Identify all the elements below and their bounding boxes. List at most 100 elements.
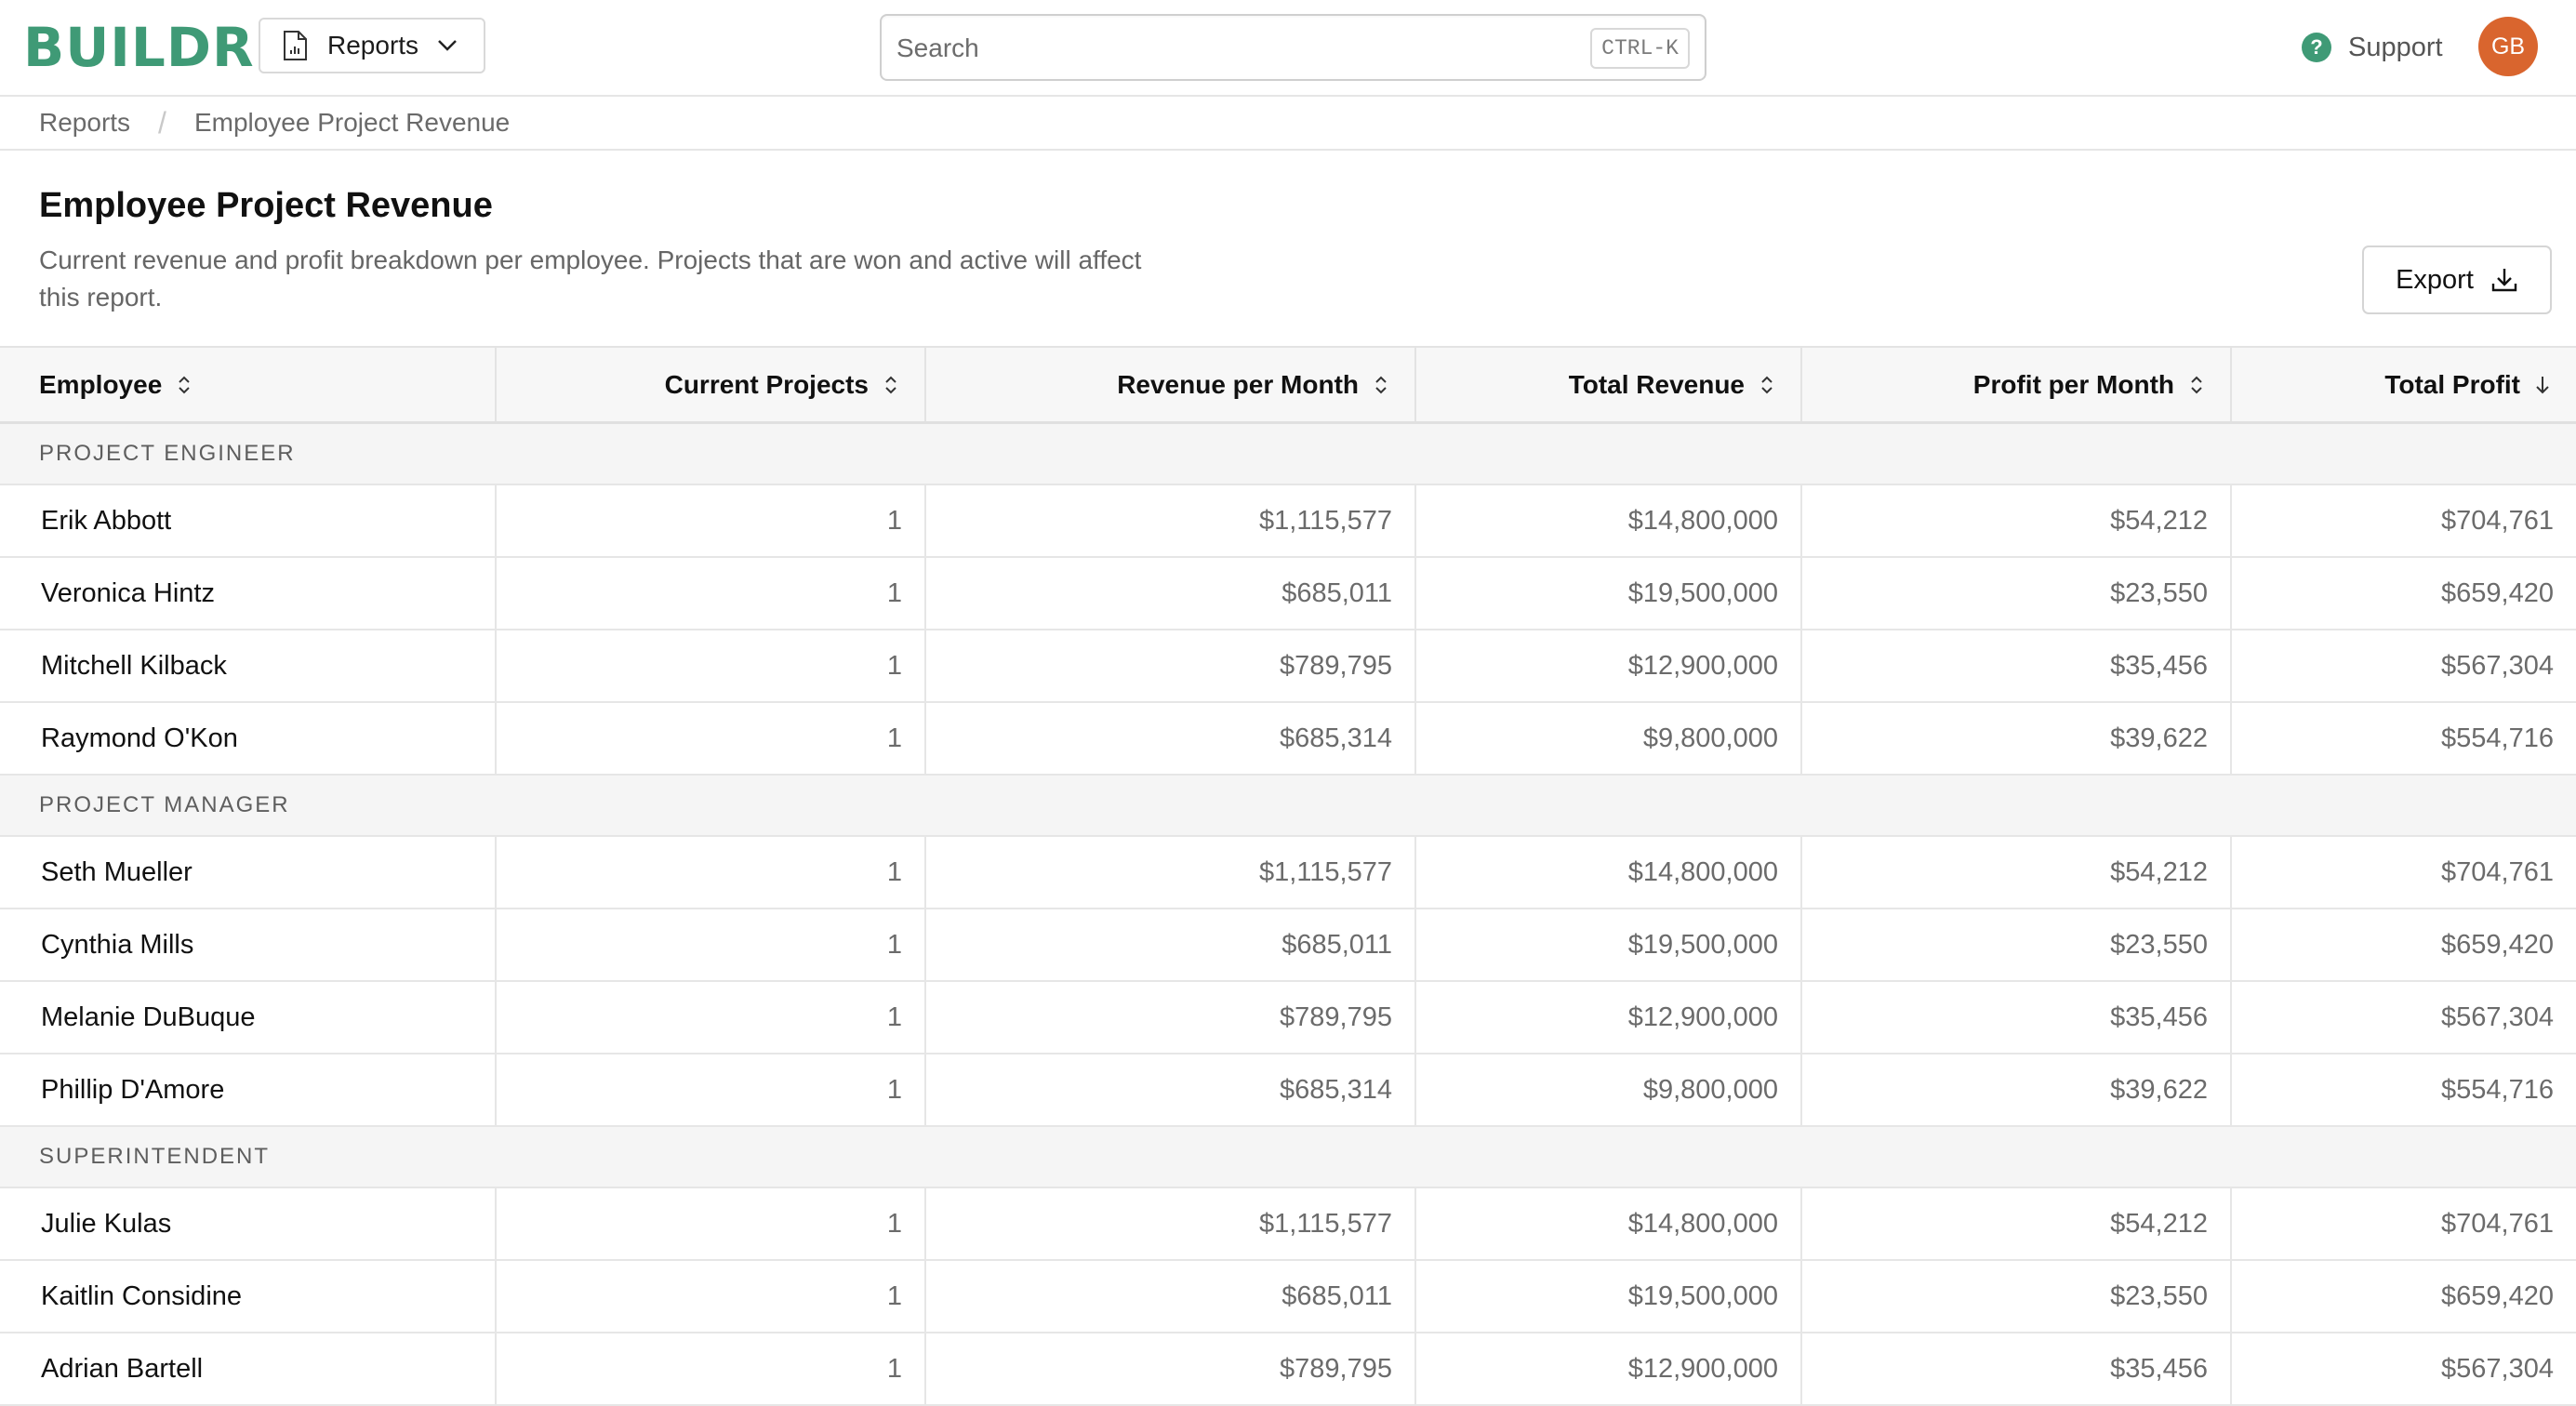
reports-dropdown-label: Reports: [327, 31, 419, 60]
cell-employee-name: Melanie DuBuque: [0, 982, 497, 1053]
cell-employee-name: Raymond O'Kon: [0, 703, 497, 774]
group-label: PROJECT MANAGER: [39, 792, 290, 817]
sort-icon: [2191, 376, 2202, 393]
table-row[interactable]: Raymond O'Kon 1 $685,314 $9,800,000 $39,622 $…: [0, 703, 2576, 776]
cell-revenue-per-month: $685,011: [926, 558, 1416, 629]
table-row[interactable]: Kaitlin Considine 1 $685,011 $19,500,000 $23…: [0, 1261, 2576, 1333]
cell-revenue-per-month: $1,115,577: [926, 837, 1416, 908]
breadcrumb-reports-link[interactable]: Reports: [39, 108, 130, 138]
cell-employee-name: Mitchell Kilback: [0, 630, 497, 701]
table-row[interactable]: Mitchell Kilback 1 $789,795 $12,900,000 $35,…: [0, 630, 2576, 703]
cell-total-profit: $567,304: [2441, 1001, 2554, 1032]
cell-profit-per-month: $39,622: [1802, 1054, 2232, 1125]
cell-total-profit: $704,761: [2441, 856, 2554, 887]
revenue-table: Employee Current Projects Revenue per Mo…: [0, 346, 2576, 1406]
search-shortcut-badge: CTRL-K: [1590, 28, 1690, 69]
cell-revenue-per-month: $685,011: [926, 1261, 1416, 1332]
cell-current-projects: 1: [497, 630, 926, 701]
column-header-revenue-per-month[interactable]: Revenue per Month: [926, 348, 1416, 421]
page-description: Current revenue and profit breakdown per…: [39, 245, 1142, 312]
cell-employee-name: Adrian Bartell: [0, 1333, 497, 1404]
cell-revenue-per-month: $1,115,577: [926, 485, 1416, 556]
global-search[interactable]: CTRL-K: [880, 14, 1706, 81]
cell-total-profit: $704,761: [2441, 505, 2554, 536]
cell-employee-name: Veronica Hintz: [0, 558, 497, 629]
cell-total-revenue: $12,900,000: [1416, 1333, 1802, 1404]
cell-profit-per-month: $23,550: [1802, 558, 2232, 629]
export-label: Export: [2396, 264, 2474, 295]
cell-total-revenue: $19,500,000: [1416, 558, 1802, 629]
table-row[interactable]: Phillip D'Amore 1 $685,314 $9,800,000 $39,62…: [0, 1054, 2576, 1127]
cell-current-projects: 1: [497, 1261, 926, 1332]
cell-total-profit: $659,420: [2441, 929, 2554, 960]
group-header-row: PROJECT MANAGER: [0, 776, 2576, 837]
cell-current-projects: 1: [497, 1333, 926, 1404]
cell-current-projects: 1: [497, 909, 926, 980]
cell-current-projects: 1: [497, 1188, 926, 1259]
report-document-icon: [284, 31, 307, 60]
cell-employee-name: Seth Mueller: [0, 837, 497, 908]
cell-profit-per-month: $35,456: [1802, 630, 2232, 701]
cell-employee-name: Erik Abbott: [0, 485, 497, 556]
cell-revenue-per-month: $789,795: [926, 982, 1416, 1053]
cell-profit-per-month: $23,550: [1802, 1261, 2232, 1332]
column-header-profit-per-month[interactable]: Profit per Month: [1802, 348, 2232, 421]
cell-total-revenue: $14,800,000: [1416, 485, 1802, 556]
cell-total-profit: $659,420: [2441, 1280, 2554, 1311]
cell-employee-name: Cynthia Mills: [0, 909, 497, 980]
page-title: Employee Project Revenue: [39, 186, 493, 225]
cell-profit-per-month: $23,550: [1802, 909, 2232, 980]
breadcrumb-current: Employee Project Revenue: [193, 108, 511, 137]
column-header-total-revenue[interactable]: Total Revenue: [1416, 348, 1802, 421]
support-link[interactable]: ? Support: [2302, 24, 2443, 71]
sort-icon: [1375, 376, 1387, 393]
table-row[interactable]: Cynthia Mills 1 $685,011 $19,500,000 $23,550…: [0, 909, 2576, 982]
cell-total-revenue: $9,800,000: [1416, 703, 1802, 774]
cell-profit-per-month: $39,622: [1802, 703, 2232, 774]
cell-current-projects: 1: [497, 703, 926, 774]
cell-revenue-per-month: $685,314: [926, 703, 1416, 774]
user-avatar[interactable]: GB: [2478, 17, 2538, 76]
table-row[interactable]: Erik Abbott 1 $1,115,577 $14,800,000 $54,212…: [0, 485, 2576, 558]
cell-total-revenue: $14,800,000: [1416, 1188, 1802, 1259]
cell-revenue-per-month: $685,314: [926, 1054, 1416, 1125]
table-row[interactable]: Melanie DuBuque 1 $789,795 $12,900,000 $35,4…: [0, 982, 2576, 1054]
column-header-total-profit[interactable]: Total Profit: [2232, 348, 2576, 421]
cell-total-revenue: $9,800,000: [1416, 1054, 1802, 1125]
group-label: PROJECT ENGINEER: [39, 441, 296, 466]
export-button[interactable]: Export: [2362, 245, 2552, 314]
top-bar: BUILDR Reports CTRL-K ? Support GB: [0, 0, 2576, 97]
table-body: PROJECT ENGINEER Erik Abbott 1 $1,115,577 $1…: [0, 424, 2576, 1406]
group-label: SUPERINTENDENT: [39, 1144, 271, 1169]
breadcrumb: Reports / Employee Project Revenue: [0, 97, 2576, 151]
table-row[interactable]: Adrian Bartell 1 $789,795 $12,900,000 $35,45…: [0, 1333, 2576, 1406]
column-header-current-projects[interactable]: Current Projects: [497, 348, 926, 421]
column-header-employee[interactable]: Employee: [0, 348, 497, 421]
cell-current-projects: 1: [497, 558, 926, 629]
cell-revenue-per-month: $789,795: [926, 1333, 1416, 1404]
reports-dropdown-button[interactable]: Reports: [259, 18, 485, 73]
cell-total-profit: $567,304: [2441, 1353, 2554, 1384]
table-row[interactable]: Julie Kulas 1 $1,115,577 $14,800,000 $54,212…: [0, 1188, 2576, 1261]
cell-current-projects: 1: [497, 982, 926, 1053]
sort-icon: [1761, 376, 1773, 393]
buildr-logo[interactable]: BUILDR: [23, 15, 255, 80]
sort-descending-icon: [2536, 376, 2549, 393]
breadcrumb-separator: /: [158, 105, 166, 139]
cell-current-projects: 1: [497, 485, 926, 556]
group-header-row: PROJECT ENGINEER: [0, 424, 2576, 485]
cell-total-profit: $554,716: [2441, 1074, 2554, 1105]
cell-total-profit: $567,304: [2441, 650, 2554, 681]
cell-employee-name: Julie Kulas: [0, 1188, 497, 1259]
group-header-row: SUPERINTENDENT: [0, 1127, 2576, 1188]
search-input[interactable]: [896, 27, 1547, 70]
cell-profit-per-month: $35,456: [1802, 1333, 2232, 1404]
cell-employee-name: Phillip D'Amore: [0, 1054, 497, 1125]
cell-revenue-per-month: $1,115,577: [926, 1188, 1416, 1259]
cell-total-revenue: $19,500,000: [1416, 1261, 1802, 1332]
table-row[interactable]: Seth Mueller 1 $1,115,577 $14,800,000 $54,21…: [0, 837, 2576, 909]
cell-revenue-per-month: $789,795: [926, 630, 1416, 701]
table-row[interactable]: Veronica Hintz 1 $685,011 $19,500,000 $23,55…: [0, 558, 2576, 630]
cell-employee-name: Kaitlin Considine: [0, 1261, 497, 1332]
cell-profit-per-month: $54,212: [1802, 837, 2232, 908]
